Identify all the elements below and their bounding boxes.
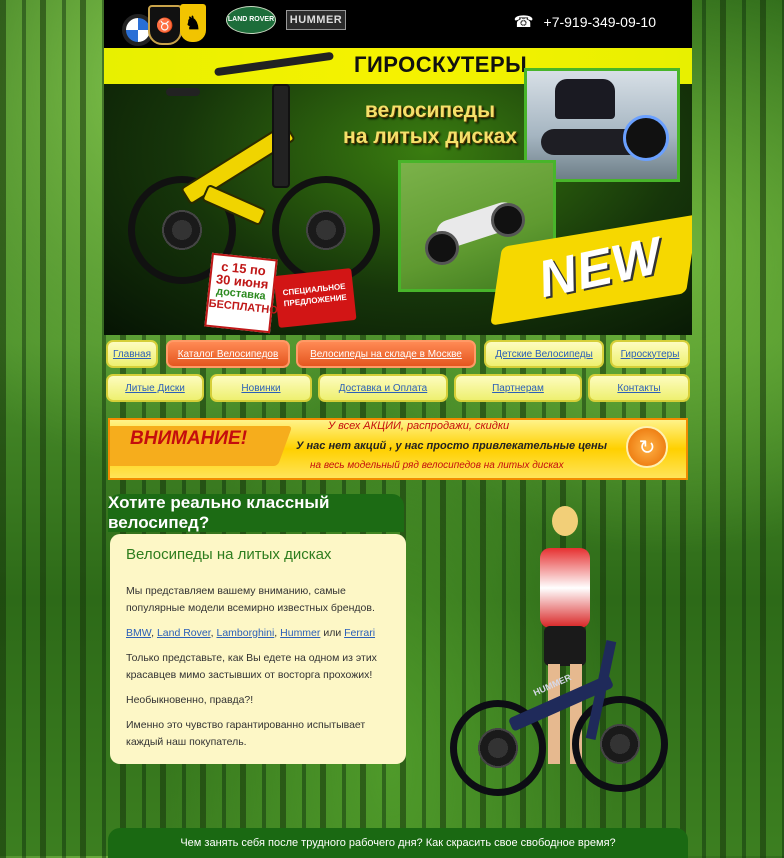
hoverboard-wheel-left: [425, 231, 459, 265]
brand-or: или: [320, 627, 345, 639]
link-ferrari[interactable]: Ferrari: [344, 627, 375, 639]
hoverboard-wheel: [623, 115, 669, 161]
attention-title: ВНИМАНИЕ!: [130, 428, 248, 449]
hummer-bike-image: HUMMER: [446, 636, 672, 804]
section-heading: Хотите реально классный велосипед?: [108, 493, 404, 532]
bike-title-line2: на литых дисках: [343, 125, 517, 148]
link-land-rover[interactable]: Land Rover: [157, 627, 211, 639]
phone-contact[interactable]: ☎ +7-919-349-09-10: [514, 12, 656, 32]
footer-heading: Чем занять себя после трудного рабочего …: [108, 828, 688, 858]
main-nav: Главная Каталог Велосипедов Велосипеды н…: [104, 336, 692, 406]
attention-line3: на весь модельный ряд велосипедов на лит…: [310, 460, 564, 471]
content-p4: Необыкновенно, правда?!: [126, 694, 254, 706]
link-bmw[interactable]: BMW: [126, 627, 151, 639]
bike-fork: [272, 84, 290, 188]
model-jersey: [540, 548, 590, 628]
hummer-logo: HUMMER: [286, 10, 346, 30]
header-banner: ♉ ♞ LAND ROVER HUMMER ☎ +7-919-349-09-10…: [104, 0, 692, 335]
bike-front-wheel: [272, 176, 380, 284]
nav-new-items[interactable]: Новинки: [210, 374, 312, 402]
bike-title: велосипеды на литых дисках: [330, 98, 530, 150]
refresh-icon: ↻: [626, 426, 668, 468]
bike-seat: [166, 88, 200, 96]
sneakers: [555, 79, 615, 119]
bike-title-line1: велосипеды: [364, 99, 496, 122]
promo-date-sticker: с 15 по 30 июня доставка БЕСПЛАТНО: [204, 252, 278, 334]
lamborghini-logo: ♉: [148, 5, 182, 45]
link-hummer[interactable]: Hummer: [280, 627, 320, 639]
nav-bikes-in-moscow[interactable]: Велосипеды на складе в Москве: [296, 340, 476, 368]
link-lamborghini[interactable]: Lamborghini: [217, 627, 275, 639]
phone-number[interactable]: +7-919-349-09-10: [544, 14, 656, 30]
content-title: Велосипеды на литых дисках: [126, 546, 332, 563]
promo-special-sticker: СПЕЦИАЛЬНОЕ ПРЕДЛОЖЕНИЕ: [273, 268, 357, 328]
nav-kids-bikes[interactable]: Детские Велосипеды: [484, 340, 604, 368]
hummer-front-wheel: [572, 696, 668, 792]
nav-cast-wheels[interactable]: Литые Диски: [106, 374, 204, 402]
ferrari-logo: ♞: [180, 4, 206, 42]
page: ♉ ♞ LAND ROVER HUMMER ☎ +7-919-349-09-10…: [104, 0, 692, 858]
nav-delivery-payment[interactable]: Доставка и Оплата: [318, 374, 448, 402]
nav-home[interactable]: Главная: [106, 340, 158, 368]
attention-banner: ВНИМАНИЕ! У всех АКЦИИ, распродажи, скид…: [108, 418, 688, 480]
nav-partners[interactable]: Партнерам: [454, 374, 582, 402]
nav-contacts[interactable]: Контакты: [588, 374, 690, 402]
nav-bike-catalog[interactable]: Каталог Велосипедов: [166, 340, 290, 368]
land-rover-logo: LAND ROVER: [226, 6, 276, 34]
content-intro: Мы представляем вашему вниманию, самые п…: [126, 585, 375, 614]
content-box: Велосипеды на литых дисках Мы представля…: [110, 534, 406, 764]
attention-line2: У нас нет акций , у нас просто привлекат…: [296, 440, 608, 452]
brand-links: BMW, Land Rover, Lamborghini, Hummer или…: [126, 625, 390, 642]
content-p5: Именно это чувство гарантированно испыты…: [126, 719, 366, 748]
phone-icon: ☎: [513, 14, 534, 31]
top-bar: ♉ ♞ LAND ROVER HUMMER ☎ +7-919-349-09-10: [104, 0, 692, 48]
attention-line1: У всех АКЦИИ, распродажи, скидки: [328, 420, 510, 432]
new-badge: NEW: [490, 214, 692, 326]
model-head: [552, 506, 578, 536]
content-p3: Только представьте, как Вы едете на одно…: [126, 652, 377, 681]
nav-gyroscooters[interactable]: Гироскутеры: [610, 340, 690, 368]
